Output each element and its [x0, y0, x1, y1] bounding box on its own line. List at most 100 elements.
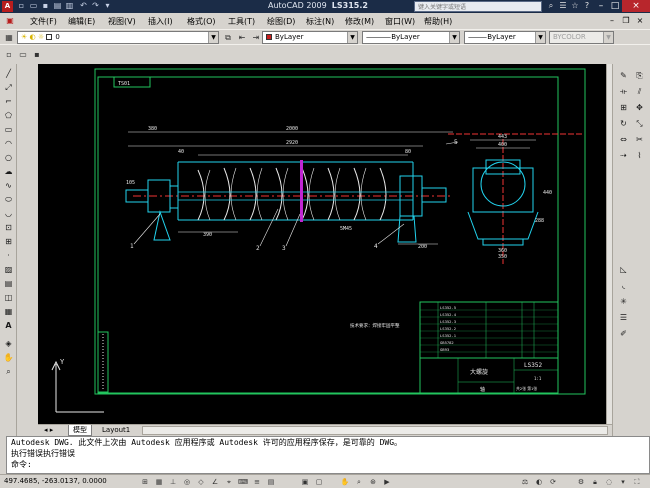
coordinates-readout[interactable]: 497.4685, -263.0137, 0.0000 [4, 477, 107, 485]
dynamic-ucs-icon[interactable]: ⌖ [224, 477, 234, 487]
layer-dropdown[interactable]: ☀ ◐ ☼ 0 ▼ [17, 31, 219, 44]
line-icon[interactable]: ╱ [2, 68, 15, 80]
showmotion-icon[interactable]: ▶ [382, 477, 392, 487]
auto-scale-icon[interactable]: ⟳ [548, 477, 558, 487]
insert-block-icon[interactable]: ⊡ [2, 222, 15, 234]
ellipse-icon[interactable]: ⬭ [2, 194, 15, 206]
favorites-star-icon[interactable]: ☆ [570, 1, 580, 11]
table-icon[interactable]: ▦ [2, 306, 15, 318]
polar-tracking-icon[interactable]: ◎ [182, 477, 192, 487]
communication-center-icon[interactable]: ☰ [558, 1, 568, 11]
doc-minimize-button[interactable]: – [606, 15, 618, 27]
horizontal-scrollbar[interactable] [142, 426, 608, 435]
plot-icon[interactable]: ▤ [52, 1, 63, 11]
rotate-icon[interactable]: ↻ [617, 118, 630, 130]
help-icon[interactable]: ? [582, 1, 592, 11]
maximize-button[interactable]: □ [608, 0, 622, 12]
new-file-icon[interactable]: ▫ [16, 1, 27, 11]
explode-icon[interactable]: ✳ [617, 296, 630, 308]
construction-line-icon[interactable]: ⤢ [2, 82, 15, 94]
layout-icon[interactable]: ▢ [314, 477, 324, 487]
grid-mode-icon[interactable]: ▦ [154, 477, 164, 487]
ellipse-arc-icon[interactable]: ◡ [2, 208, 15, 220]
copy-icon[interactable]: ⎘ [633, 70, 646, 82]
menu-dimension[interactable]: 标注(N) [306, 16, 334, 27]
workspace-switch-icon[interactable]: ⚙ [576, 477, 586, 487]
autocad-logo-icon[interactable]: A [2, 1, 13, 12]
command-line[interactable]: Autodesk DWG. 此文件上次由 Autodesk 应用程序或 Auto… [6, 436, 650, 474]
save-icon[interactable]: ▪ [40, 1, 51, 11]
open-icon[interactable]: ▭ [17, 49, 29, 60]
stretch-icon[interactable]: ⇔ [617, 134, 630, 146]
pan-status-icon[interactable]: ✋ [340, 477, 350, 487]
array-icon[interactable]: ⊞ [617, 102, 630, 114]
fillet-icon[interactable]: ◟ [617, 280, 630, 292]
close-button[interactable]: × [622, 0, 650, 12]
menu-insert[interactable]: 插入(I) [148, 16, 173, 27]
hatch-icon[interactable]: ▨ [2, 264, 15, 276]
menu-modify[interactable]: 修改(M) [345, 16, 374, 27]
properties-icon[interactable]: ☰ [617, 312, 630, 324]
scale-icon[interactable]: ⤡ [633, 118, 646, 130]
circle-icon[interactable]: ○ [2, 152, 15, 164]
annotation-visibility-icon[interactable]: ◐ [534, 477, 544, 487]
drawing-canvas[interactable]: TS01 380 2000 2920 80 40 105 390 5M45 20… [38, 64, 606, 424]
erase-icon[interactable]: ✎ [617, 70, 630, 82]
minimize-button[interactable]: – [594, 0, 608, 12]
zoom-realtime-icon[interactable]: ⌕ [2, 366, 15, 378]
menu-draw[interactable]: 绘图(D) [267, 16, 295, 27]
search-icon[interactable]: ⌕ [546, 1, 556, 11]
menu-file[interactable]: 文件(F) [30, 16, 57, 27]
annotation-scale-icon[interactable]: ⚖ [520, 477, 530, 487]
mirror-icon[interactable]: ⟛ [617, 86, 630, 98]
clean-screen-icon[interactable]: ⛶ [632, 477, 642, 487]
tab-model[interactable]: 模型 [68, 425, 92, 436]
quick-properties-icon[interactable]: ▤ [266, 477, 276, 487]
extend-icon[interactable]: ⇢ [617, 150, 630, 162]
vertical-scrollbar[interactable] [606, 64, 612, 424]
isolate-objects-icon[interactable]: ◌ [604, 477, 614, 487]
layer-properties-icon[interactable]: ◈ [2, 338, 15, 350]
match-properties-icon[interactable]: ✐ [617, 328, 630, 340]
make-block-icon[interactable]: ⊞ [2, 236, 15, 248]
menu-help[interactable]: 帮助(H) [424, 16, 452, 27]
help-search-input[interactable]: 键入关键字或短语 [414, 1, 542, 12]
pan-icon[interactable]: ✋ [2, 352, 15, 364]
lineweight-dropdown[interactable]: ——— ByLayer ▼ [464, 31, 546, 44]
tab-layout1[interactable]: Layout1 [98, 425, 134, 436]
menu-edit[interactable]: 编辑(E) [68, 16, 95, 27]
arc-icon[interactable]: ◠ [2, 138, 15, 150]
open-file-icon[interactable]: ▭ [28, 1, 39, 11]
quick-access-dropdown-icon[interactable]: ▾ [102, 1, 113, 11]
undo-icon[interactable]: ↶ [78, 1, 89, 11]
layer-match-icon[interactable]: ⇥ [250, 32, 262, 43]
menu-format[interactable]: 格式(O) [187, 16, 216, 27]
document-icon[interactable]: ▣ [4, 15, 16, 27]
break-icon[interactable]: ⌇ [633, 150, 646, 162]
dynamic-input-icon[interactable]: ⌨ [238, 477, 248, 487]
make-current-layer-icon[interactable]: ⧉ [222, 32, 234, 43]
color-dropdown[interactable]: ByLayer ▼ [262, 31, 358, 44]
polyline-icon[interactable]: ⌐ [2, 96, 15, 108]
region-icon[interactable]: ◫ [2, 292, 15, 304]
menu-view[interactable]: 视图(V) [108, 16, 136, 27]
save-icon[interactable]: ▪ [31, 49, 43, 60]
model-space-icon[interactable]: ▣ [300, 477, 310, 487]
move-icon[interactable]: ✥ [633, 102, 646, 114]
trim-icon[interactable]: ✂ [633, 134, 646, 146]
steering-wheel-icon[interactable]: ⊛ [368, 477, 378, 487]
object-snap-icon[interactable]: ◇ [196, 477, 206, 487]
gradient-icon[interactable]: ▤ [2, 278, 15, 290]
chamfer-icon[interactable]: ◺ [617, 264, 630, 276]
doc-restore-button[interactable]: ❐ [620, 15, 632, 27]
tab-nav-arrows[interactable]: ◂ ▸ [40, 425, 57, 436]
menu-window[interactable]: 窗口(W) [385, 16, 415, 27]
lineweight-icon[interactable]: ≡ [252, 477, 262, 487]
status-menu-icon[interactable]: ▾ [618, 477, 628, 487]
offset-icon[interactable]: ⫽ [633, 86, 646, 98]
spline-icon[interactable]: ∿ [2, 180, 15, 192]
redo-icon[interactable]: ↷ [90, 1, 101, 11]
point-icon[interactable]: · [2, 250, 15, 262]
zoom-status-icon[interactable]: ⌕ [354, 477, 364, 487]
multiline-text-icon[interactable]: A [2, 320, 15, 332]
